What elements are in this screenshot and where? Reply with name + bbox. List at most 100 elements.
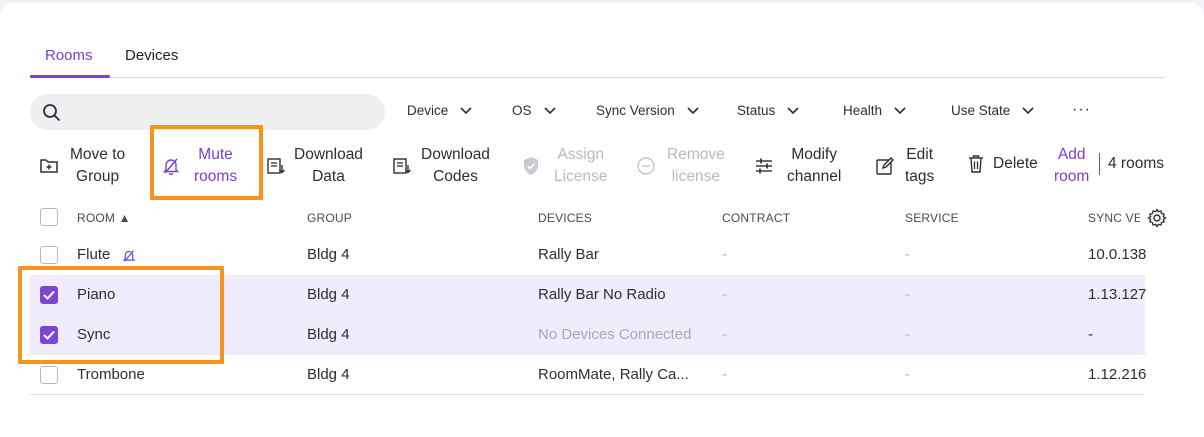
active-tab-indicator bbox=[30, 75, 110, 78]
filter-label: Sync Version bbox=[596, 103, 675, 118]
move-to-group-label: Move to bbox=[70, 146, 126, 163]
edit-tags-button[interactable]: Edit tags bbox=[874, 144, 934, 188]
mute-rooms-label: rooms bbox=[194, 168, 238, 185]
filter-label: Status bbox=[737, 103, 776, 118]
contract-cell: - bbox=[722, 326, 727, 343]
row-checkbox[interactable] bbox=[40, 246, 58, 264]
column-header-group[interactable]: GROUP bbox=[307, 211, 352, 225]
checkmark-icon bbox=[43, 290, 55, 300]
rooms-panel: Rooms Devices Device OS Sync Version Sta… bbox=[0, 3, 1204, 437]
filter-os[interactable]: OS bbox=[512, 103, 556, 118]
download-data-label: Download bbox=[294, 146, 363, 163]
modify-channel-label: Modify bbox=[791, 146, 837, 163]
shield-check-icon bbox=[520, 155, 542, 177]
sync-version-cell: - bbox=[1088, 326, 1093, 343]
row-checkbox[interactable] bbox=[40, 326, 58, 344]
sync-version-cell: 1.12.216 bbox=[1088, 366, 1147, 383]
filter-device[interactable]: Device bbox=[407, 103, 472, 118]
modify-channel-button[interactable]: Modify channel bbox=[753, 144, 841, 188]
download-codes-label: Codes bbox=[433, 168, 478, 185]
column-header-devices[interactable]: DEVICES bbox=[538, 211, 592, 225]
devices-cell: No Devices Connected bbox=[538, 326, 692, 343]
assign-license-label: Assign bbox=[557, 146, 604, 163]
filter-label: Health bbox=[843, 103, 883, 118]
devices-cell: RoomMate, Rally Ca... bbox=[538, 366, 689, 383]
edit-icon bbox=[874, 155, 896, 177]
add-room-label: Add bbox=[1057, 146, 1086, 163]
download-codes-button[interactable]: Download Codes bbox=[391, 144, 490, 188]
column-settings-gear-icon[interactable] bbox=[1147, 208, 1167, 228]
table-row[interactable]: Flute Bldg 4 Rally Bar - - 10.0.138 bbox=[30, 235, 1147, 275]
add-room-button[interactable]: Add room bbox=[1054, 144, 1089, 188]
mute-rooms-button[interactable]: Mute rooms bbox=[160, 144, 237, 188]
bell-off-icon bbox=[123, 250, 135, 262]
trash-icon bbox=[965, 153, 987, 175]
tab-devices[interactable]: Devices bbox=[125, 47, 178, 64]
remove-license-button[interactable]: Remove license bbox=[635, 144, 725, 188]
download-codes-label: Download bbox=[421, 146, 490, 163]
table-row[interactable]: Trombone Bldg 4 RoomMate, Rally Ca... - … bbox=[30, 355, 1147, 395]
more-filters-button[interactable]: ··· bbox=[1072, 101, 1091, 119]
table-header: ROOM ▲ GROUP DEVICES CONTRACT SERVICE SY… bbox=[30, 199, 1145, 237]
chevron-down-icon bbox=[543, 106, 556, 114]
row-checkbox[interactable] bbox=[40, 366, 58, 384]
row-checkbox[interactable] bbox=[40, 286, 58, 304]
filter-status[interactable]: Status bbox=[737, 103, 799, 118]
column-header-sync-version[interactable]: SYNC VERSION bbox=[1088, 211, 1140, 225]
room-count: 4 rooms bbox=[1108, 155, 1164, 172]
filter-use-state[interactable]: Use State bbox=[951, 103, 1034, 118]
contract-cell: - bbox=[722, 366, 727, 383]
select-all-checkbox[interactable] bbox=[40, 208, 58, 226]
edit-tags-label: Edit bbox=[906, 146, 934, 163]
filter-health[interactable]: Health bbox=[843, 103, 906, 118]
sync-version-cell: 10.0.138 bbox=[1088, 246, 1147, 263]
modify-channel-label: channel bbox=[787, 168, 842, 185]
download-data-button[interactable]: Download Data bbox=[265, 144, 363, 188]
chevron-down-icon bbox=[1022, 106, 1034, 114]
filter-label: OS bbox=[512, 103, 532, 118]
toolbar-divider bbox=[1099, 153, 1100, 175]
search-icon bbox=[43, 104, 60, 121]
service-cell: - bbox=[905, 246, 910, 263]
service-cell: - bbox=[905, 326, 910, 343]
chevron-down-icon bbox=[787, 106, 799, 114]
column-header-service[interactable]: SERVICE bbox=[905, 211, 959, 225]
sliders-icon bbox=[753, 155, 775, 177]
remove-license-label: Remove bbox=[667, 146, 725, 163]
contract-cell: - bbox=[722, 246, 727, 263]
filter-sync-version[interactable]: Sync Version bbox=[596, 103, 699, 118]
search-input[interactable] bbox=[70, 102, 370, 122]
chevron-down-icon bbox=[687, 106, 699, 114]
table-row[interactable]: Piano Bldg 4 Rally Bar No Radio - - 1.13… bbox=[30, 275, 1147, 315]
devices-cell: Rally Bar No Radio bbox=[538, 286, 666, 303]
move-to-group-label: Group bbox=[76, 168, 120, 185]
tab-rooms[interactable]: Rooms bbox=[45, 47, 93, 64]
room-name: Piano bbox=[77, 286, 116, 303]
mute-rooms-label: Mute bbox=[198, 146, 233, 163]
move-to-group-button[interactable]: Move to Group bbox=[38, 144, 125, 188]
table-row[interactable]: Sync Bldg 4 No Devices Connected - - - bbox=[30, 315, 1145, 355]
assign-license-label: License bbox=[554, 168, 608, 185]
service-cell: - bbox=[905, 286, 910, 303]
download-list-icon bbox=[265, 155, 287, 177]
chevron-down-icon bbox=[894, 106, 906, 114]
delete-button[interactable]: Delete bbox=[965, 153, 1038, 175]
minus-circle-icon bbox=[635, 155, 657, 177]
download-data-label: Data bbox=[312, 168, 345, 185]
column-header-room[interactable]: ROOM ▲ bbox=[77, 211, 131, 225]
bell-off-icon bbox=[160, 155, 182, 177]
room-name: Flute bbox=[77, 246, 111, 263]
room-name: Trombone bbox=[77, 366, 145, 383]
download-list-icon bbox=[391, 155, 413, 177]
group-name: Bldg 4 bbox=[307, 246, 350, 263]
devices-cell: Rally Bar bbox=[538, 246, 599, 263]
room-name: Sync bbox=[77, 326, 111, 343]
filter-label: Device bbox=[407, 103, 449, 118]
search-box[interactable] bbox=[30, 94, 385, 130]
delete-label: Delete bbox=[993, 155, 1038, 172]
folder-add-icon bbox=[38, 155, 60, 177]
remove-license-label: license bbox=[671, 168, 720, 185]
column-header-contract[interactable]: CONTRACT bbox=[722, 211, 790, 225]
assign-license-button[interactable]: Assign License bbox=[520, 144, 607, 188]
sync-version-cell: 1.13.127 bbox=[1088, 286, 1147, 303]
